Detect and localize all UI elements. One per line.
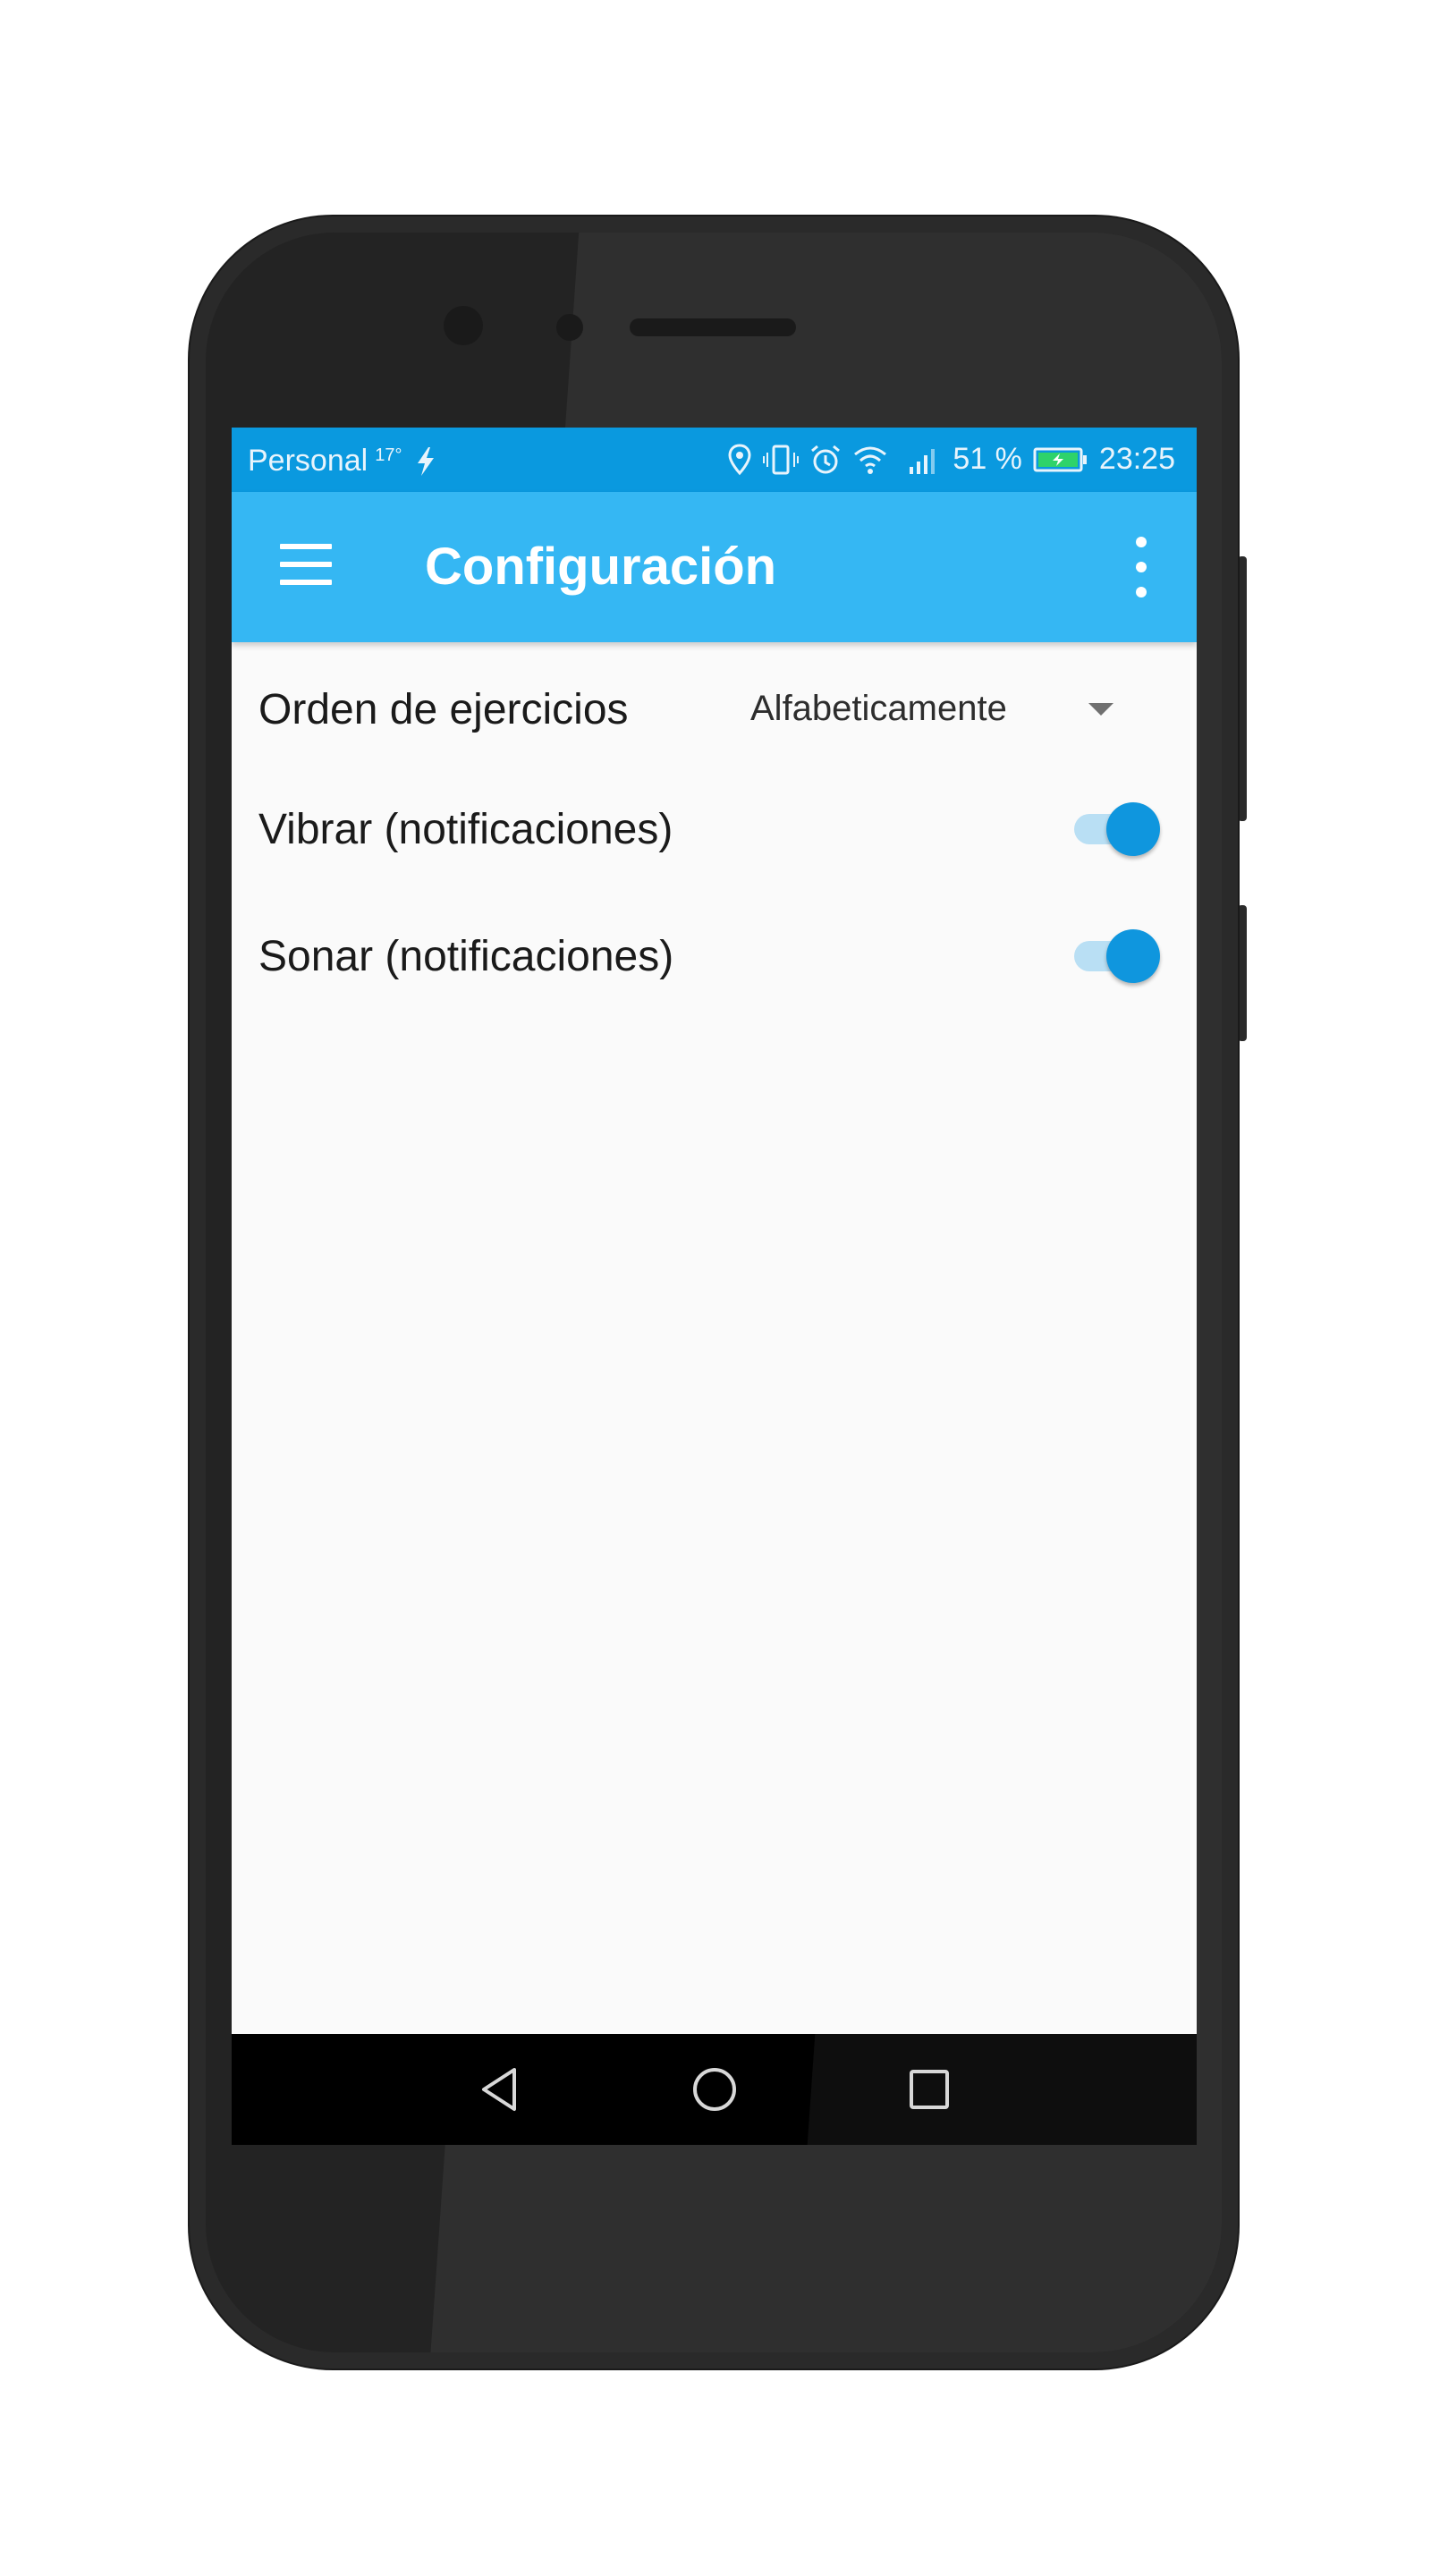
carrier-name: Personal — [248, 444, 368, 478]
signal-icon — [910, 448, 936, 474]
back-triangle-icon[interactable] — [471, 2061, 529, 2118]
home-circle-icon[interactable] — [686, 2061, 743, 2118]
location-icon — [728, 443, 751, 475]
wifi-icon — [854, 446, 887, 474]
app-bar: Configuración — [232, 492, 1197, 642]
front-camera — [444, 306, 483, 345]
order-dropdown[interactable]: Alfabeticamente — [750, 685, 1144, 735]
sound-label: Sonar (notificaciones) — [258, 933, 674, 980]
vibrate-label: Vibrar (notificaciones) — [258, 806, 673, 853]
earpiece-speaker — [630, 318, 796, 336]
page-title: Configuración — [425, 538, 777, 596]
sound-toggle[interactable] — [1074, 928, 1160, 983]
navbar-glare — [807, 2034, 1197, 2145]
battery-percent: 51 % — [953, 442, 1022, 476]
hamburger-menu-icon[interactable] — [280, 544, 332, 589]
status-right: 51 % 23:25 — [727, 442, 1175, 477]
setting-row-order: Orden de ejercicios Alfabeticamente — [232, 653, 1197, 760]
temperature: 17° — [375, 445, 402, 465]
order-selected-value: Alfabeticamente — [750, 689, 1007, 728]
battery-charging-icon — [1033, 447, 1087, 471]
status-bar: Personal 17° 51 % 23:25 — [232, 428, 1197, 492]
sensor — [556, 314, 583, 341]
navigation-bar — [232, 2034, 1197, 2145]
power-button — [1238, 905, 1247, 1041]
order-label: Orden de ejercicios — [258, 686, 629, 733]
setting-row-sound: Sonar (notificaciones) — [232, 900, 1197, 1007]
clock: 23:25 — [1098, 442, 1175, 476]
vibrate-toggle[interactable] — [1074, 801, 1160, 856]
alarm-icon — [811, 445, 841, 473]
switch-thumb — [1106, 929, 1160, 983]
bolt-icon — [418, 447, 435, 476]
switch-thumb — [1106, 802, 1160, 856]
dropdown-arrow-icon — [1088, 703, 1113, 716]
more-vert-icon[interactable] — [1130, 535, 1152, 599]
status-left: Personal 17° — [248, 444, 439, 479]
app-screen: Personal 17° 51 % 23:25 Configuración Or… — [232, 428, 1197, 2145]
setting-row-vibrate: Vibrar (notificaciones) — [232, 773, 1197, 880]
recents-square-icon[interactable] — [901, 2061, 958, 2118]
volume-button — [1238, 556, 1247, 821]
vibrate-icon — [763, 445, 800, 474]
